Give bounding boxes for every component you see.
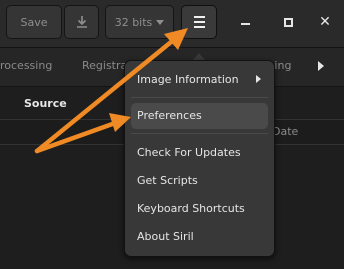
menu-item-preferences[interactable]: Preferences — [131, 103, 268, 129]
menu-item-about-siril[interactable]: About Siril — [131, 224, 268, 250]
download-icon — [76, 16, 87, 28]
menu-item-label: Check For Updates — [137, 146, 241, 159]
menu-item-keyboard-shortcuts[interactable]: Keyboard Shortcuts — [131, 196, 268, 222]
menu-item-label: Get Scripts — [137, 174, 198, 187]
menu-item-check-for-updates[interactable]: Check For Updates — [131, 140, 268, 166]
menu-item-label: About Siril — [137, 230, 194, 243]
menu-item-label: Image Information — [137, 73, 239, 86]
bit-depth-value: 32 bits — [114, 15, 153, 29]
export-button[interactable] — [64, 5, 99, 39]
main-menu-button[interactable] — [181, 5, 217, 39]
menu-separator — [131, 97, 268, 98]
chevron-down-icon — [156, 19, 165, 25]
minimize-button[interactable] — [239, 15, 251, 29]
source-label: Source — [24, 97, 67, 110]
header-bar: Save 32 bits ✕ — [0, 0, 344, 48]
save-button[interactable]: Save — [6, 5, 62, 39]
close-icon: ✕ — [319, 14, 331, 30]
tab-processing[interactable]: rocessing — [0, 59, 52, 72]
maximize-button[interactable] — [282, 15, 294, 29]
menu-item-label: Keyboard Shortcuts — [137, 202, 245, 215]
menu-separator — [131, 133, 268, 134]
menu-item-label: Preferences — [137, 109, 202, 122]
menu-item-image-information[interactable]: Image Information — [131, 67, 268, 93]
save-button-label: Save — [20, 15, 48, 29]
minimize-icon — [240, 23, 250, 25]
tab-scroll-right-icon[interactable] — [318, 61, 324, 71]
tab-registration[interactable]: Registra — [82, 59, 127, 72]
bit-depth-selector[interactable]: 32 bits — [105, 5, 174, 39]
chevron-right-icon — [256, 75, 261, 83]
close-button[interactable]: ✕ — [319, 15, 331, 29]
main-menu-popover: Image Information Preferences Check For … — [124, 60, 275, 257]
menu-item-get-scripts[interactable]: Get Scripts — [131, 168, 268, 194]
date-column-header[interactable]: Date — [272, 125, 298, 138]
hamburger-menu-icon — [193, 16, 205, 28]
maximize-icon — [283, 17, 293, 27]
